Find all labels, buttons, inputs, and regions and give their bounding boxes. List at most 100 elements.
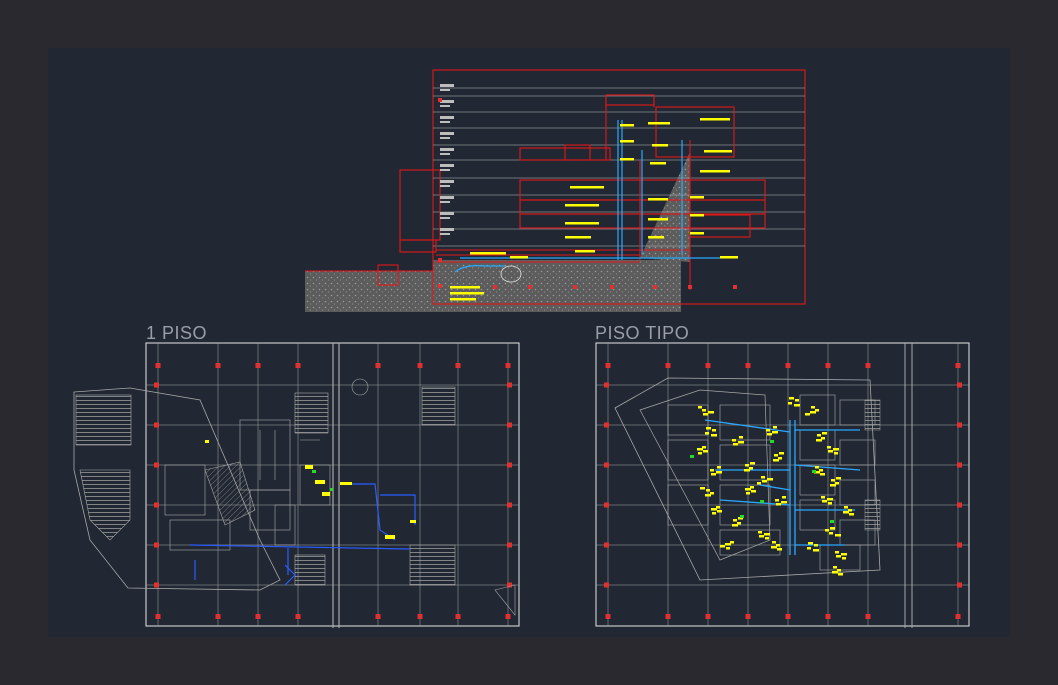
fixture-mark bbox=[775, 499, 779, 502]
section-note bbox=[510, 256, 528, 259]
column-marker bbox=[604, 462, 609, 468]
section-note bbox=[700, 118, 730, 121]
section-note bbox=[720, 256, 738, 259]
column-marker bbox=[507, 462, 512, 468]
plan2-frame bbox=[595, 342, 970, 627]
floor-label-mark bbox=[440, 116, 454, 119]
section-note bbox=[690, 196, 704, 199]
column-marker bbox=[417, 614, 423, 619]
plan2-grid bbox=[596, 343, 969, 626]
column-marker bbox=[154, 502, 159, 508]
section-note bbox=[565, 236, 591, 239]
section-note bbox=[450, 292, 484, 295]
fixture-mark bbox=[833, 566, 837, 569]
fixture-mark bbox=[706, 427, 711, 430]
fixture-mark bbox=[819, 469, 823, 472]
fixture-mark bbox=[705, 432, 709, 435]
section-marker bbox=[733, 285, 737, 289]
fixture-mark bbox=[711, 434, 717, 437]
section-view bbox=[305, 69, 806, 312]
plan1-stair-b bbox=[421, 386, 456, 426]
fixture-mark bbox=[761, 476, 765, 479]
column-marker bbox=[605, 363, 611, 368]
fixture-mark bbox=[759, 535, 764, 538]
section-note bbox=[575, 250, 595, 253]
fixture-mark bbox=[833, 448, 839, 451]
fixture-mark bbox=[758, 531, 762, 534]
fixture-mark bbox=[835, 534, 841, 537]
fixture-mark bbox=[822, 500, 827, 503]
column-marker bbox=[705, 363, 711, 368]
fixture-mark bbox=[811, 406, 815, 409]
plan2-stair-a bbox=[864, 399, 881, 431]
fixture-mark bbox=[779, 452, 784, 455]
fixture-mark bbox=[732, 439, 736, 442]
column-marker bbox=[215, 363, 221, 368]
fixture-mark bbox=[702, 409, 706, 412]
fixture-mark bbox=[700, 487, 705, 490]
fixture-mark bbox=[772, 541, 776, 544]
section-marker bbox=[528, 285, 532, 289]
fixture-mark bbox=[836, 555, 841, 558]
fixture-mark bbox=[767, 433, 772, 436]
fixture-mark bbox=[716, 471, 722, 474]
section-note bbox=[570, 186, 604, 189]
column-marker bbox=[505, 614, 511, 619]
floor-label-mark bbox=[440, 196, 454, 199]
fixture-mark bbox=[712, 429, 716, 432]
fixture-mark bbox=[782, 496, 786, 499]
plan1-stair-d bbox=[294, 554, 326, 586]
floor-label-mark bbox=[440, 148, 454, 151]
fixture-mark bbox=[708, 411, 714, 414]
column-marker bbox=[865, 363, 871, 368]
floor-label-mark bbox=[440, 233, 450, 235]
fixture-mark bbox=[749, 467, 753, 470]
section-note bbox=[690, 232, 704, 235]
column-marker bbox=[455, 614, 461, 619]
section-marker bbox=[573, 285, 577, 289]
floor-label-mark bbox=[440, 137, 450, 139]
column-marker bbox=[507, 422, 512, 428]
floor-label-mark bbox=[440, 84, 454, 87]
column-marker bbox=[295, 363, 301, 368]
section-note bbox=[700, 170, 730, 173]
fixture-mark bbox=[814, 544, 818, 547]
fixture-mark bbox=[762, 480, 767, 483]
section-note bbox=[450, 298, 476, 301]
column-marker bbox=[865, 614, 871, 619]
floor-lines bbox=[433, 87, 805, 247]
fixture-mark bbox=[776, 544, 780, 547]
column-marker bbox=[255, 363, 261, 368]
fixture-mark bbox=[739, 436, 743, 439]
fixture-mark bbox=[842, 557, 846, 560]
fixture-mark bbox=[767, 478, 773, 481]
column-marker bbox=[215, 614, 221, 619]
section-note bbox=[565, 222, 599, 225]
floor-label-mark bbox=[440, 89, 450, 91]
section-note bbox=[652, 144, 668, 147]
fixture-mark bbox=[717, 466, 721, 469]
fixture-mark bbox=[750, 462, 755, 465]
column-marker bbox=[785, 363, 791, 368]
column-marker bbox=[745, 363, 751, 368]
fixture-mark bbox=[835, 482, 839, 485]
column-marker bbox=[665, 363, 671, 368]
column-marker bbox=[154, 422, 159, 428]
fixture-mark bbox=[807, 547, 811, 550]
floor-label-mark bbox=[440, 212, 454, 215]
column-marker bbox=[745, 614, 751, 619]
section-note bbox=[450, 286, 480, 289]
fixture-mark bbox=[822, 432, 827, 435]
fixture-mark bbox=[820, 473, 825, 476]
fixture-mark bbox=[835, 551, 839, 554]
fixture-mark bbox=[815, 466, 819, 469]
section-note bbox=[620, 140, 634, 143]
fixture-mark bbox=[831, 479, 835, 482]
fixture-mark bbox=[849, 513, 854, 516]
fixture-mark bbox=[815, 409, 819, 412]
fixture-mark bbox=[774, 454, 778, 457]
section-marker bbox=[653, 285, 657, 289]
fixture-mark bbox=[795, 399, 799, 402]
fixture-mark bbox=[781, 501, 787, 504]
column-marker bbox=[604, 422, 609, 428]
